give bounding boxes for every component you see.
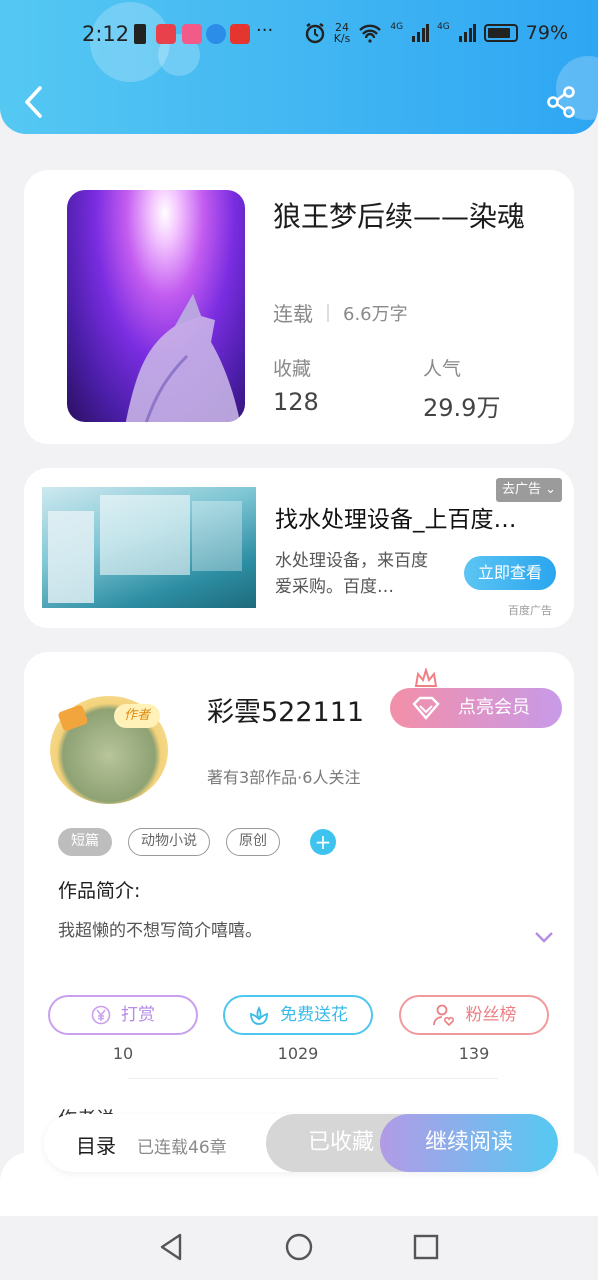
ad-image-panel [100,495,190,575]
share-icon[interactable] [546,86,576,118]
author-stats: 著有3部作品·6人关注 [207,768,361,787]
app-icon [230,24,250,44]
book-title: 狼王梦后续——染魂 [273,200,526,233]
fans-rank-button[interactable]: 粉丝榜 [399,995,549,1035]
book-word-count: 6.6万字 [343,303,408,325]
chapter-count: 已连载46章 [137,1138,227,1158]
ad-close-button[interactable]: 去广告 ⌄ [495,478,562,502]
bottom-action-bar: 目录 已连载46章 已收藏 继续阅读 [44,1114,558,1172]
reward-button[interactable]: 打赏 [48,995,198,1035]
flower-icon [250,1005,268,1025]
send-flower-label: 免费送花 [280,1005,348,1025]
book-app-icon [156,24,176,44]
ad-description: 水处理设备，来百度爱采购。百度… [275,551,428,597]
wifi-icon [359,24,382,43]
signal-icon [412,24,430,42]
favorites-label: 收藏 [273,358,312,380]
battery-icon [483,24,518,42]
ad-source: 百度广告 [508,604,552,617]
favorites-count: 128 [273,388,319,416]
popularity-count: 29.9万 [423,394,501,422]
book-meta: 连载 6.6万字 [273,298,408,327]
signal-1: 4G [390,22,404,32]
tag-list: 短篇 动物小说 原创 + [58,828,336,856]
alarm-icon [305,23,324,44]
signal-2: 4G [437,22,450,32]
back-icon[interactable] [18,84,50,120]
ad-view-button[interactable]: 立即查看 [464,556,556,590]
diamond-icon [412,696,440,720]
status-bar: 2:12 ··· 24 K/s 4G 4G 79% [0,18,598,52]
ad-skip-label: 去广告 [501,482,541,497]
fans-count: 139 [458,1044,490,1063]
wolf-illustration [125,294,241,422]
fans-rank-label: 粉丝榜 [465,1005,517,1025]
cloud-icon [206,24,226,44]
signal-icon [458,24,476,42]
system-navigation-bar [0,1216,598,1280]
lofter-icon [182,24,202,44]
status-more: ··· [256,20,274,41]
popularity-label: 人气 [423,358,462,380]
ad-image[interactable] [42,487,256,608]
send-flower-button[interactable]: 免费送花 [223,995,373,1035]
reward-count: 10 [112,1044,134,1063]
net-speed-unit: K/s [333,32,351,45]
vip-button[interactable]: 点亮会员 [390,688,562,728]
intro-heading: 作品简介: [58,880,141,902]
nav-recents-icon[interactable] [412,1232,440,1262]
status-right: 24 K/s 4G 4G 79% [304,22,568,44]
nav-back-icon[interactable] [158,1232,186,1262]
divider [128,1078,498,1079]
reward-label: 打赏 [121,1005,155,1025]
add-tag-button[interactable]: + [310,829,336,855]
fans-icon [432,1004,454,1027]
top-header: 2:12 ··· 24 K/s 4G 4G 79% [0,0,598,134]
nav-home-icon[interactable] [284,1232,314,1262]
author-name[interactable]: 彩雲522111 [207,690,364,729]
status-time: 2:12 [82,22,130,46]
chevron-down-icon[interactable] [534,930,554,944]
tag-item[interactable]: 动物小说 [128,828,210,856]
battery-level: 79% [525,22,568,44]
ad-image-panel [48,511,94,603]
crown-icon [414,668,438,687]
book-cover[interactable] [67,190,245,422]
author-badge: 作者 [114,704,160,728]
net-speed: 24 K/s [334,22,351,44]
ad-banner[interactable]: 去广告 ⌄ 找水处理设备_上百度… 水处理设备，来百度爱采购。百度… 立即查看 … [24,468,574,628]
ad-title[interactable]: 找水处理设备_上百度… [275,500,545,534]
divider [327,303,329,322]
intro-text: 我超懒的不想写简介嘻嘻。 [58,921,262,941]
tag-item[interactable]: 原创 [226,828,280,856]
yen-icon [91,1005,111,1025]
tag-item[interactable]: 短篇 [58,828,112,856]
battery-saver-icon [134,24,146,44]
vip-label: 点亮会员 [458,697,530,718]
book-status: 连载 [273,302,313,326]
book-info-card: 狼王梦后续——染魂 连载 6.6万字 收藏 128 人气 29.9万 [24,170,574,444]
toc-button[interactable]: 目录 [76,1130,116,1159]
flower-count: 1029 [277,1044,319,1063]
continue-reading-button[interactable]: 继续阅读 [380,1114,558,1172]
ad-image-panel [192,501,242,571]
